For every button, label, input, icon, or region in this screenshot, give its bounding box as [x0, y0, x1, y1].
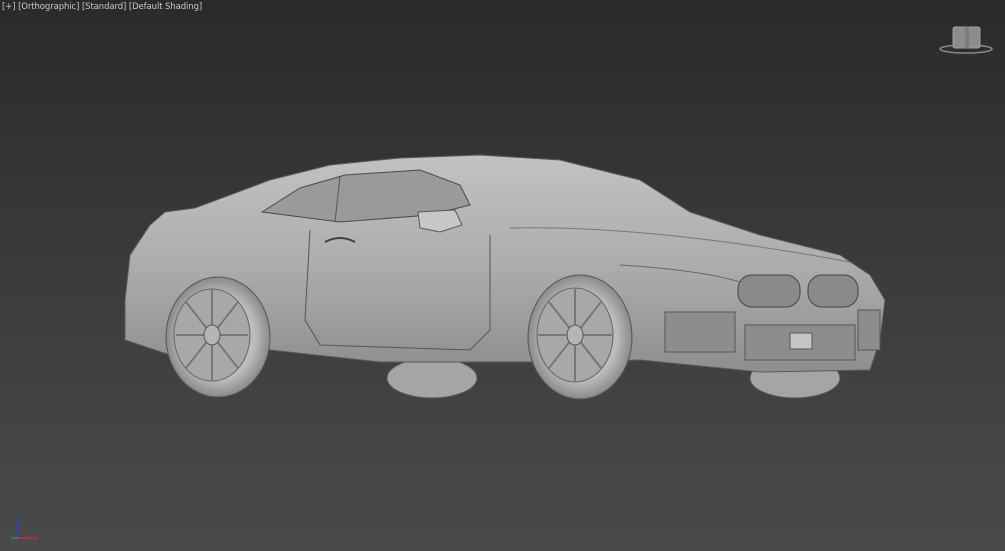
x-axis-label: X [35, 536, 39, 542]
car-model[interactable] [0, 0, 1005, 551]
rear-left-wheel [386, 357, 478, 399]
axis-tripod: Z X Y [10, 514, 39, 542]
air-intake [664, 311, 736, 353]
y-axis-label: Y [10, 536, 14, 542]
rear-right-wheel [527, 274, 633, 400]
front-left-wheel [165, 276, 271, 398]
z-axis-label: Z [18, 514, 22, 520]
